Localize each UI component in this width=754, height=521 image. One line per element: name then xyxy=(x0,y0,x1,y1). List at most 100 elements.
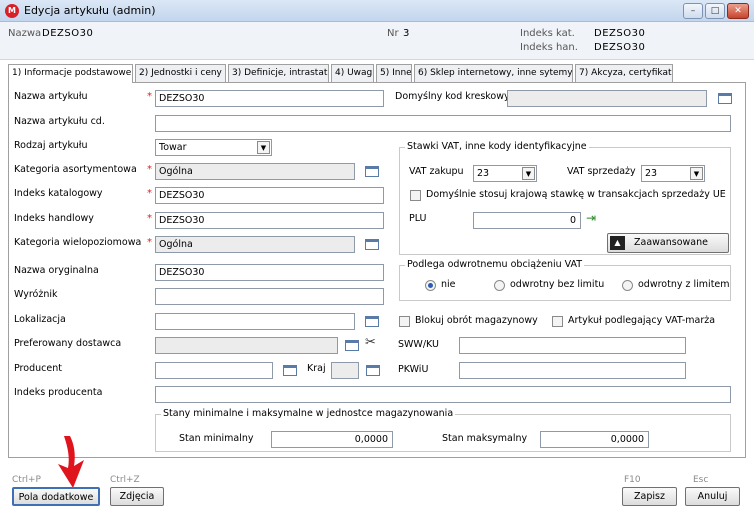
header-index-han-value: DEZSO30 xyxy=(594,42,646,53)
folder-icon[interactable] xyxy=(283,365,297,376)
nazwa-artykulu-input[interactable]: DEZSO30 xyxy=(155,90,384,107)
label-nazwa-cd: Nazwa artykułu cd. xyxy=(14,116,105,127)
tab-inne[interactable]: 5) Inne xyxy=(376,64,412,82)
window-title: Edycja artykułu (admin) xyxy=(24,4,156,17)
kategoria-asort-input[interactable]: Ogólna xyxy=(155,163,355,180)
hint-zdjecia: Ctrl+Z xyxy=(110,475,140,485)
stock-levels-title: Stany minimalne i maksymalne w jednostce… xyxy=(161,408,456,419)
stan-max-input[interactable]: 0,0000 xyxy=(540,431,649,448)
indeks-prod-input[interactable] xyxy=(155,386,731,403)
label-blokuj: Blokuj obrót magazynowy xyxy=(415,315,538,326)
vat-zakupu-select[interactable]: 23 ▼ xyxy=(473,165,537,182)
header-index-kat-value: DEZSO30 xyxy=(594,28,646,39)
sww-input[interactable] xyxy=(459,337,686,354)
label-vat-marza: Artykuł podlegający VAT-marża xyxy=(568,315,716,326)
zdjecia-button[interactable]: Zdjęcia xyxy=(110,487,164,506)
tab-uwagi[interactable]: 4) Uwagi xyxy=(331,64,374,82)
tab-informacje[interactable]: 1) Informacje podstawowe xyxy=(8,64,133,83)
label-lokalizacja: Lokalizacja xyxy=(14,314,66,325)
close-button[interactable]: ✕ xyxy=(727,3,749,19)
label-vat-zakupu: VAT zakupu xyxy=(409,166,464,177)
rodzaj-value: Towar xyxy=(159,142,187,153)
label-sww: SWW/KU xyxy=(398,339,439,350)
expand-icon: ▲ xyxy=(610,236,625,250)
zapisz-button[interactable]: Zapisz xyxy=(622,487,677,506)
kod-kreskowy-input[interactable] xyxy=(507,90,707,107)
producent-input[interactable] xyxy=(155,362,273,379)
hint-anuluj: Esc xyxy=(693,475,709,485)
radio-nie[interactable] xyxy=(425,280,436,291)
wyroznik-input[interactable] xyxy=(155,288,384,305)
stan-min-input[interactable]: 0,0000 xyxy=(271,431,393,448)
vat-marza-checkbox[interactable] xyxy=(552,316,563,327)
kategoria-wielopoz-input[interactable]: Ogólna xyxy=(155,236,355,253)
label-indeks-prod: Indeks producenta xyxy=(14,387,103,398)
tab-definicje[interactable]: 3) Definicje, intrastat xyxy=(228,64,329,82)
nazwa-cd-input[interactable] xyxy=(155,115,731,132)
required-mark: * xyxy=(147,188,152,199)
folder-icon[interactable] xyxy=(365,239,379,250)
blokuj-checkbox[interactable] xyxy=(399,316,410,327)
pkwiu-input[interactable] xyxy=(459,362,686,379)
scissors-icon[interactable]: ✂ xyxy=(365,335,376,350)
header-index-han-label: Indeks han. xyxy=(520,42,578,53)
radio-bez-limitu[interactable] xyxy=(494,280,505,291)
folder-icon[interactable] xyxy=(366,365,380,376)
label-stan-min: Stan minimalny xyxy=(179,433,254,444)
red-arrow-icon xyxy=(58,436,84,488)
header-name-value: DEZSO30 xyxy=(42,28,94,39)
label-plu: PLU xyxy=(409,213,427,224)
vat-sprzedazy-select[interactable]: 23 ▼ xyxy=(641,165,705,182)
folder-icon[interactable] xyxy=(345,340,359,351)
import-icon[interactable]: ⇥ xyxy=(586,211,596,225)
label-kod-kreskowy: Domyślny kod kreskowy xyxy=(395,91,510,102)
header-nr-value: 3 xyxy=(403,28,410,39)
vat-zakupu-value: 23 xyxy=(477,168,490,179)
default-rate-checkbox[interactable] xyxy=(410,190,421,201)
folder-icon[interactable] xyxy=(365,316,379,327)
radio-z-limitem-label: odwrotny z limitem xyxy=(638,279,730,290)
rodzaj-select[interactable]: Towar ▼ xyxy=(155,139,272,156)
tab-sklep[interactable]: 6) Sklep internetowy, inne sytemy xyxy=(414,64,573,82)
hint-pola: Ctrl+P xyxy=(12,475,41,485)
label-nazwa-artykulu: Nazwa artykułu xyxy=(14,91,88,102)
reverse-charge-title: Podlega odwrotnemu obciążeniu VAT xyxy=(405,259,585,270)
required-mark: * xyxy=(147,91,152,102)
pola-dodatkowe-button[interactable]: Pola dodatkowe xyxy=(12,487,100,506)
label-producent: Producent xyxy=(14,363,62,374)
advanced-button[interactable]: ▲ Zaawansowane xyxy=(607,233,729,253)
label-default-rate: Domyślnie stosuj krajową stawkę w transa… xyxy=(426,189,726,200)
radio-bez-limitu-label: odwrotny bez limitu xyxy=(510,279,605,290)
tab-akcyza[interactable]: 7) Akcyza, certyfikat xyxy=(575,64,673,82)
lokalizacja-input[interactable] xyxy=(155,313,355,330)
minimize-button[interactable]: – xyxy=(683,3,703,19)
nazwa-oryg-input[interactable]: DEZSO30 xyxy=(155,264,384,281)
anuluj-button[interactable]: Anuluj xyxy=(685,487,740,506)
label-kategoria-wielopoz: Kategoria wielopoziomowa xyxy=(14,237,142,248)
tab-jednostki[interactable]: 2) Jednostki i ceny xyxy=(135,64,226,82)
indeks-han-input[interactable]: DEZSO30 xyxy=(155,212,384,229)
label-indeks-han: Indeks handlowy xyxy=(14,213,94,224)
vat-sprzedazy-value: 23 xyxy=(645,168,658,179)
indeks-kat-input[interactable]: DEZSO30 xyxy=(155,187,384,204)
dropdown-arrow-icon[interactable]: ▼ xyxy=(690,167,703,180)
folder-icon[interactable] xyxy=(365,166,379,177)
app-icon: M xyxy=(5,4,19,18)
plu-input[interactable]: 0 xyxy=(473,212,581,229)
label-wyroznik: Wyróżnik xyxy=(14,289,58,300)
kraj-input[interactable] xyxy=(331,362,359,379)
radio-nie-label: nie xyxy=(441,279,456,290)
label-vat-sprzedazy: VAT sprzedaży xyxy=(567,166,636,177)
pref-dostawca-input[interactable] xyxy=(155,337,338,354)
label-stan-max: Stan maksymalny xyxy=(442,433,528,444)
hint-zapisz: F10 xyxy=(624,475,641,485)
radio-z-limitem[interactable] xyxy=(622,280,633,291)
dropdown-arrow-icon[interactable]: ▼ xyxy=(257,141,270,154)
vat-group-title: Stawki VAT, inne kody identyfikacyjne xyxy=(405,141,589,152)
dropdown-arrow-icon[interactable]: ▼ xyxy=(522,167,535,180)
required-mark: * xyxy=(147,164,152,175)
maximize-button[interactable]: □ xyxy=(705,3,725,19)
article-header: Nazwa DEZSO30 Nr 3 Indeks kat. DEZSO30 I… xyxy=(0,22,754,60)
required-mark: * xyxy=(147,237,152,248)
folder-icon[interactable] xyxy=(718,93,732,104)
